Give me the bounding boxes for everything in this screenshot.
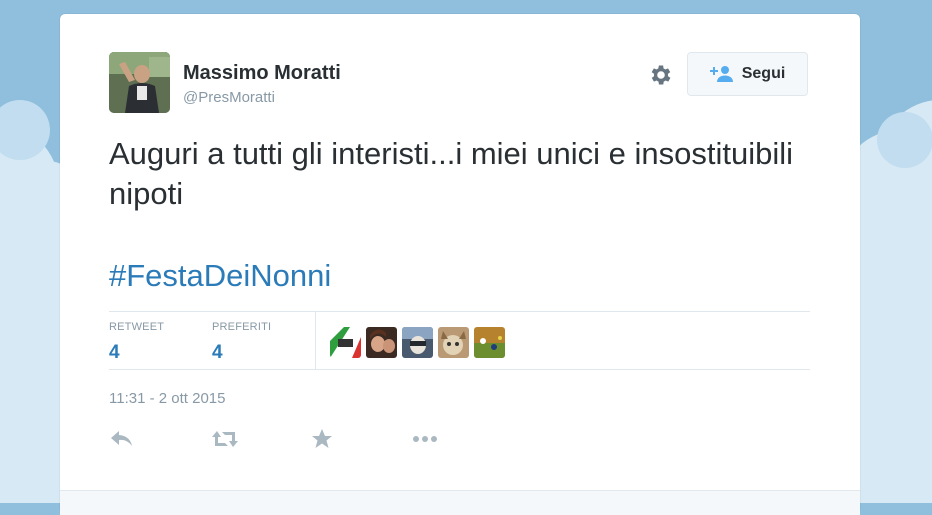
retweet-count: 4 bbox=[109, 342, 120, 363]
favorites-count: 4 bbox=[212, 342, 223, 363]
retweet-icon[interactable] bbox=[211, 428, 239, 455]
more-icon[interactable] bbox=[412, 428, 438, 455]
favorites-label: PREFERITI bbox=[212, 321, 272, 333]
hashtag-link[interactable]: #FestaDeiNonni bbox=[109, 258, 331, 294]
add-user-icon bbox=[709, 66, 733, 82]
gear-icon[interactable] bbox=[648, 62, 674, 88]
favoriter-avatars bbox=[330, 327, 510, 358]
follow-button[interactable]: Segui bbox=[687, 52, 808, 96]
author-handle[interactable]: @PresMoratti bbox=[183, 89, 275, 106]
retweet-stat[interactable]: RETWEET 4 bbox=[109, 321, 164, 364]
stats-divider bbox=[315, 312, 316, 369]
tweet-timestamp[interactable]: 11:31 - 2 ott 2015 bbox=[109, 390, 225, 407]
favorite-icon[interactable] bbox=[311, 428, 333, 455]
retweet-label: RETWEET bbox=[109, 321, 165, 333]
favoriter-avatar[interactable] bbox=[366, 327, 397, 358]
follow-label: Segui bbox=[741, 65, 786, 82]
tweet-card: Massimo Moratti @PresMoratti Segui Augur… bbox=[60, 14, 860, 515]
favoriter-avatar[interactable] bbox=[402, 327, 433, 358]
favoriter-avatar[interactable] bbox=[438, 327, 469, 358]
avatar[interactable] bbox=[109, 52, 170, 113]
favorites-stat[interactable]: PREFERITI 4 bbox=[212, 321, 271, 364]
tweet-text: Auguri a tutti gli interisti...i miei un… bbox=[109, 136, 793, 211]
favoriter-avatar[interactable] bbox=[474, 327, 505, 358]
reply-icon[interactable] bbox=[110, 428, 134, 455]
favoriter-avatar[interactable] bbox=[330, 327, 361, 358]
tweet-stats: RETWEET 4 PREFERITI 4 bbox=[109, 311, 810, 370]
author-name[interactable]: Massimo Moratti bbox=[183, 62, 341, 85]
